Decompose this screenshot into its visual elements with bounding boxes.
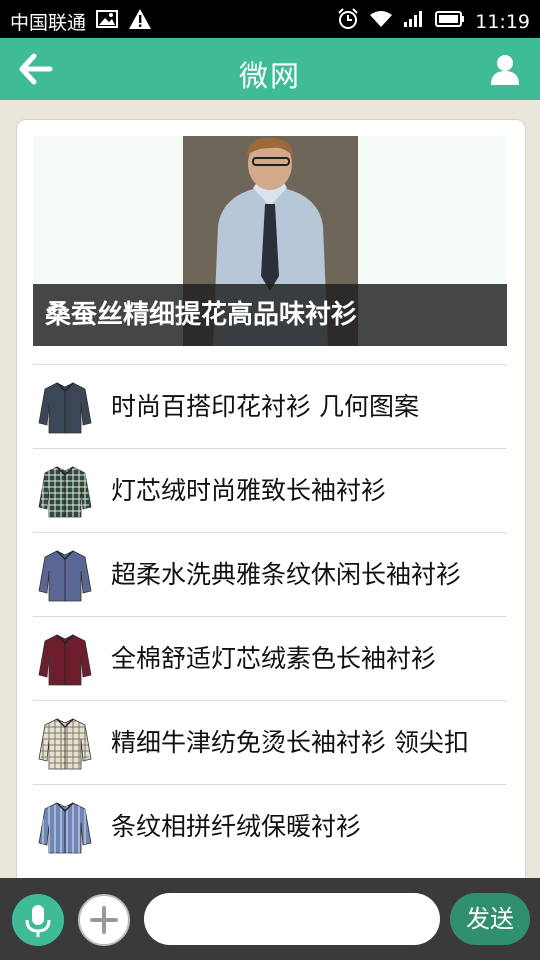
carrier-label: 中国联通 [10, 12, 87, 34]
item-title: 全棉舒适灯芯绒素色长袖衬衫 [111, 644, 437, 673]
shirt-thumbnail [35, 461, 95, 521]
battery-icon [435, 10, 465, 33]
featured-caption: 桑蚕丝精细提花高品味衬衫 [33, 284, 507, 346]
page-title: 微网 [238, 59, 301, 93]
shirt-thumbnail [35, 797, 95, 857]
signal-icon [403, 10, 425, 33]
item-title: 超柔水洗典雅条纹休闲长袖衬衫 [111, 560, 462, 589]
message-input-bar: 发送 [0, 878, 540, 960]
product-list: 时尚百搭印花衬衫 几何图案 灯芯绒时尚雅致长袖衬衫 超柔水洗典雅条纹休闲长袖衬衫… [33, 364, 507, 868]
shirt-thumbnail [35, 545, 95, 605]
item-title: 精细牛津纺免烫长袖衬衫 领尖扣 [111, 728, 469, 757]
image-notification-icon [96, 10, 119, 33]
message-input[interactable] [144, 893, 440, 945]
list-item[interactable]: 条纹相拼纤绒保暖衬衫 [33, 784, 507, 868]
item-title: 条纹相拼纤绒保暖衬衫 [111, 812, 362, 841]
shirt-thumbnail [35, 629, 95, 689]
item-title: 灯芯绒时尚雅致长袖衬衫 [111, 476, 387, 505]
item-title: 时尚百搭印花衬衫 几何图案 [111, 392, 419, 421]
list-item[interactable]: 超柔水洗典雅条纹休闲长袖衬衫 [33, 532, 507, 616]
list-item[interactable]: 时尚百搭印花衬衫 几何图案 [33, 364, 507, 448]
microphone-icon[interactable] [12, 894, 64, 946]
shirt-thumbnail [35, 377, 95, 437]
warning-icon [128, 8, 152, 35]
title-bar: 微网 [0, 38, 540, 100]
alarm-icon [337, 8, 359, 35]
list-item[interactable]: 灯芯绒时尚雅致长袖衬衫 [33, 448, 507, 532]
send-button[interactable]: 发送 [450, 893, 530, 945]
featured-banner[interactable]: 桑蚕丝精细提花高品味衬衫 [33, 136, 507, 346]
shirt-thumbnail [35, 713, 95, 773]
list-item[interactable]: 全棉舒适灯芯绒素色长袖衬衫 [33, 616, 507, 700]
list-item[interactable]: 精细牛津纺免烫长袖衬衫 领尖扣 [33, 700, 507, 784]
status-bar: 中国联通 11:19 [0, 0, 540, 38]
plus-icon[interactable] [78, 894, 130, 946]
content-card: 桑蚕丝精细提花高品味衬衫 时尚百搭印花衬衫 几何图案 灯芯绒时尚雅致长袖衬衫 超… [16, 119, 526, 921]
clock: 11:19 [475, 10, 530, 33]
wifi-icon [369, 10, 393, 33]
user-icon[interactable] [488, 52, 522, 86]
